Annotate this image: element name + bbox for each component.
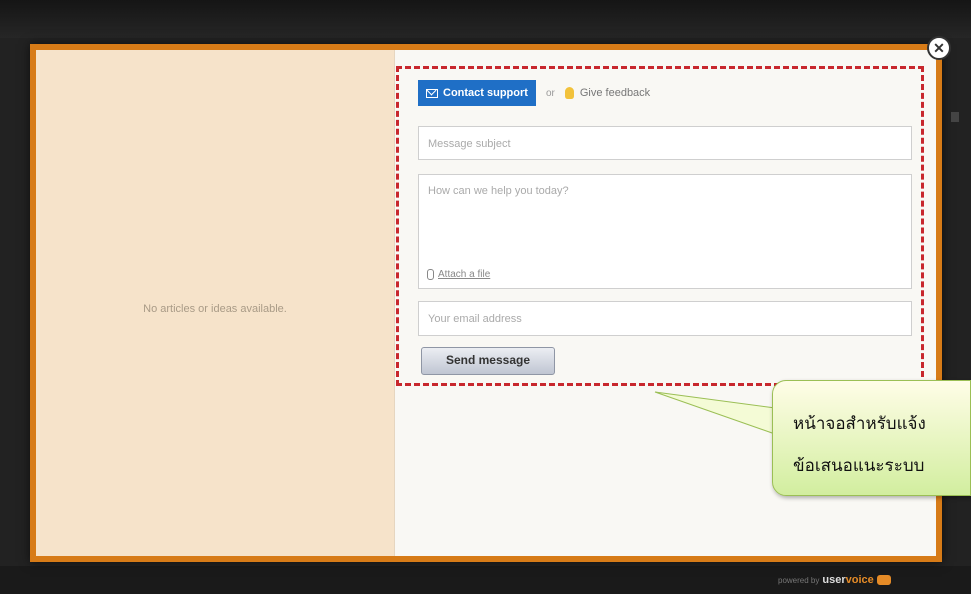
send-message-button[interactable]: Send message	[421, 347, 555, 375]
powered-by-text: powered by	[778, 575, 820, 585]
chat-bubble-icon	[876, 575, 891, 585]
attach-file[interactable]: Attach a file	[427, 269, 490, 280]
tab-give-feedback[interactable]: Give feedback	[580, 87, 650, 99]
empty-state-text: No articles or ideas available.	[143, 303, 287, 315]
tab-separator: or	[545, 87, 555, 99]
tab-contact-support[interactable]: Contact support	[418, 80, 536, 106]
message-placeholder: How can we help you today?	[428, 185, 569, 197]
callout-line-1: หน้าจอสำหรับแจ้ง	[793, 414, 926, 433]
lightbulb-icon	[564, 87, 574, 99]
brand-prefix: user	[822, 574, 846, 586]
email-input[interactable]: Your email address	[418, 301, 912, 336]
scrollbar[interactable]	[951, 112, 959, 122]
close-button[interactable]: ✕	[927, 36, 951, 60]
brand-suffix: voice	[845, 574, 874, 586]
brand-logo: uservoice	[822, 574, 873, 586]
subject-input[interactable]: Message subject	[418, 126, 912, 160]
support-tabs: Contact support or Give feedback	[418, 80, 650, 106]
callout-line-2: ข้อเสนอแนะระบบ	[793, 456, 925, 475]
background-header	[0, 0, 971, 38]
attach-file-link[interactable]: Attach a file	[438, 269, 490, 280]
annotation-callout: หน้าจอสำหรับแจ้ง ข้อเสนอแนะระบบ	[772, 380, 971, 496]
powered-by[interactable]: powered by uservoice	[778, 574, 891, 586]
close-icon: ✕	[933, 40, 945, 56]
paperclip-icon	[427, 269, 434, 280]
mail-icon	[426, 88, 438, 98]
message-textarea[interactable]: How can we help you today? Attach a file	[418, 174, 912, 289]
tab-contact-label: Contact support	[443, 87, 528, 99]
knowledge-pane: No articles or ideas available.	[36, 50, 395, 556]
